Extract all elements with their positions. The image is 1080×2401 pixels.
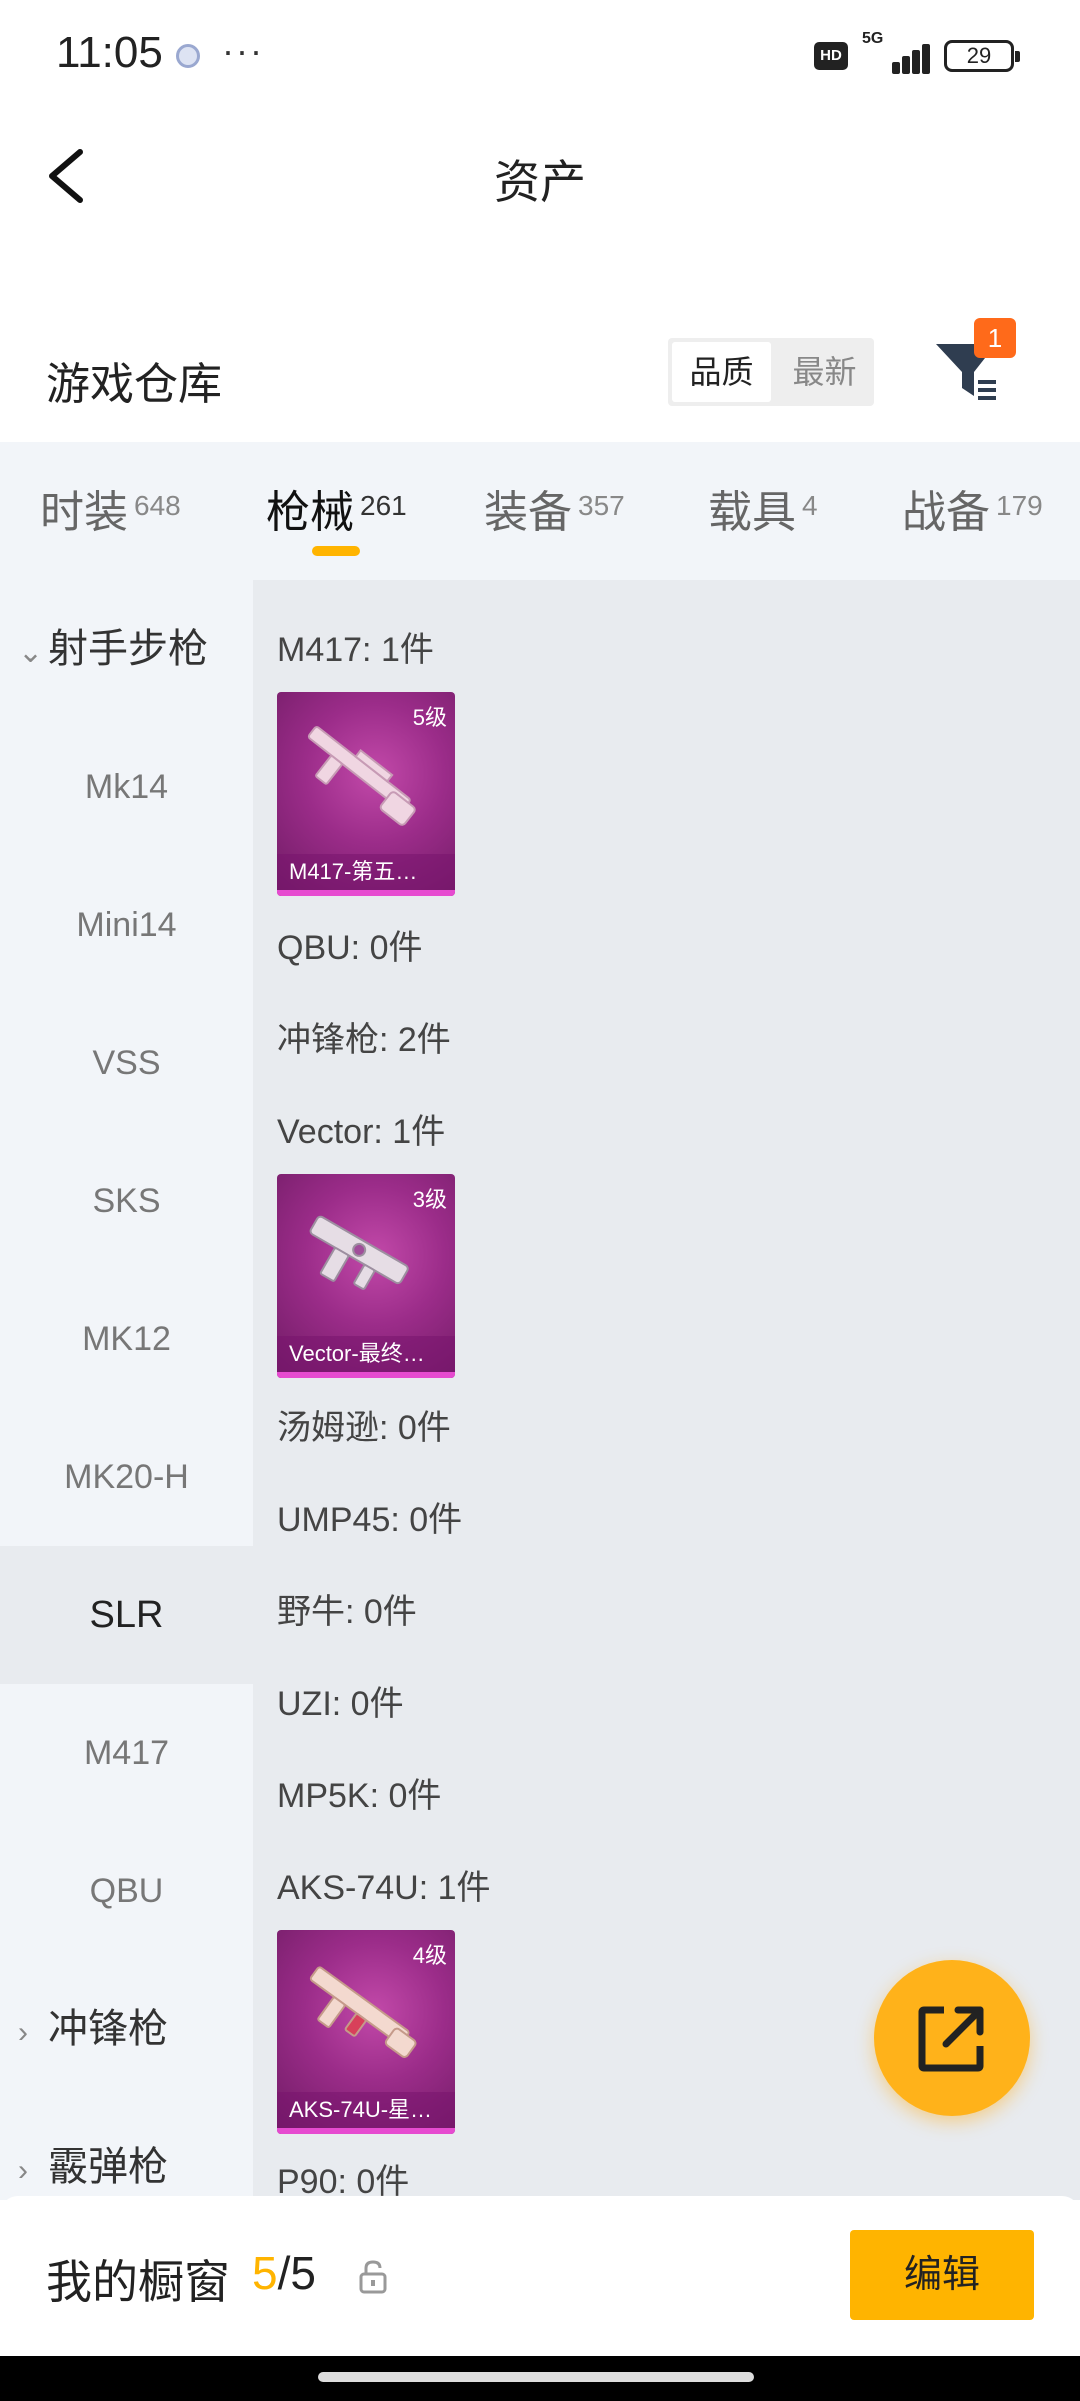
showcase-label: 我的橱窗 [46,2256,230,2308]
sort-by-newest[interactable]: 最新 [775,338,874,406]
sidebar-group-marksman[interactable]: ⌄ 射手步枪 [0,580,253,718]
tab-count: 357 [578,490,625,521]
weapon-row-label: AKS-74U: 1件 [277,1869,491,1907]
share-button[interactable] [874,1960,1030,2116]
edit-button[interactable]: 编辑 [850,2230,1034,2320]
more-notifications-icon: ··· [222,30,264,71]
weapon-row-label: QBU: 0件 [277,929,423,967]
tab-label: 枪械 [266,488,354,537]
weapon-row-label: Vector: 1件 [277,1113,446,1151]
showcase-count: 5/5 [252,2246,316,2300]
warehouse-header: 游戏仓库 [0,320,1080,440]
showcase-current: 5 [252,2247,278,2299]
weapon-row-label: UMP45: 0件 [277,1501,463,1539]
sidebar-item-mini14[interactable]: Mini14 [0,856,253,994]
weapon-card[interactable]: 3级 Vector-最终… [277,1174,455,1378]
rarity-strip [277,890,455,896]
showcase-total: /5 [277,2247,316,2299]
card-level: 3级 [412,1187,447,1212]
weapon-card[interactable]: 5级 M417-第五… [277,692,455,896]
weapon-row-label: M417: 1件 [277,631,434,669]
sidebar-item-slr[interactable]: SLR [0,1546,253,1684]
unlock-icon [358,2260,388,2294]
weapon-row-label: 冲锋枪: 2件 [277,1021,451,1059]
tab-count: 261 [360,490,407,521]
filter-count-badge: 1 [974,318,1016,358]
weapon-row-label: UZI: 0件 [277,1685,404,1723]
sidebar-item-sks[interactable]: SKS [0,1132,253,1270]
chevron-down-icon: ⌄ [18,636,44,669]
page-title: 资产 [494,156,586,208]
weapon-row-label: P90: 0件 [277,2163,410,2200]
sidebar-group-label: 冲锋枪 [48,2007,168,2051]
tab-vehicles[interactable]: 载具 4 [708,476,818,540]
sidebar-item-m417[interactable]: M417 [0,1684,253,1822]
weapon-row-label: 汤姆逊: 0件 [277,1409,451,1447]
rarity-strip [277,1372,455,1378]
showcase-bar: 我的橱窗 5/5 编辑 [0,2196,1080,2356]
tab-count: 179 [996,490,1043,521]
sidebar-group-shotgun[interactable]: › 霰弹枪 [0,2098,253,2200]
category-tabs: 时装 648 枪械 261 装备 357 载具 4 战备 179 [0,442,1080,580]
weapon-card[interactable]: 4级 AKS-74U-星… [277,1930,455,2134]
home-indicator[interactable] [318,2372,754,2382]
weapon-row-label: 野牛: 0件 [277,1593,417,1631]
warehouse-title: 游戏仓库 [46,360,222,409]
card-name: Vector-最终… [277,1336,455,1372]
app-header: 资产 [0,110,1080,240]
sidebar-item-mk20h[interactable]: MK20-H [0,1408,253,1546]
weapon-row-label: MP5K: 0件 [277,1777,442,1815]
sidebar-item-mk14[interactable]: Mk14 [0,718,253,856]
card-level: 5级 [412,705,447,730]
network-type: 5G [862,30,884,47]
chevron-right-icon: › [18,2016,28,2049]
tab-label: 战备 [902,488,990,537]
tab-weapons[interactable]: 枪械 261 [266,476,407,540]
tab-label: 装备 [484,488,572,537]
tab-equipment[interactable]: 装备 357 [484,476,625,540]
tab-label: 载具 [708,488,796,537]
hd-icon: HD [814,42,848,70]
sidebar-group-label: 霰弹枪 [48,2145,168,2189]
card-name: AKS-74U-星… [277,2092,455,2128]
status-time: 11:05 [56,28,163,77]
weapon-list: M417: 1件 5级 M417-第五… QBU: 0件 冲锋枪: 2件 Vec… [253,580,1080,2200]
sort-by-quality[interactable]: 品质 [672,342,771,402]
tab-count: 4 [802,490,818,521]
rarity-strip [277,2128,455,2134]
weapon-category-sidebar: ⌄ 射手步枪 Mk14 Mini14 VSS SKS MK12 MK20-H SL… [0,580,253,2200]
sort-toggle: 品质 最新 [668,338,874,406]
sidebar-item-mk12[interactable]: MK12 [0,1270,253,1408]
app-notification-icon [176,44,200,68]
gesture-bar [0,2356,1080,2401]
sidebar-group-label: 射手步枪 [48,627,208,671]
tab-fashion[interactable]: 时装 648 [40,476,181,540]
sidebar-item-qbu[interactable]: QBU [0,1822,253,1960]
active-tab-indicator [312,546,360,556]
sidebar-item-vss[interactable]: VSS [0,994,253,1132]
card-name: M417-第五… [277,854,455,890]
share-icon [918,2006,984,2072]
signal-icon: 5G [862,30,930,74]
chevron-right-icon: › [18,2154,28,2187]
tab-supplies[interactable]: 战备 179 [902,476,1043,540]
tab-count: 648 [134,490,181,521]
battery-icon: 29 [944,40,1020,72]
tab-label: 时装 [40,488,128,537]
sidebar-group-smg[interactable]: › 冲锋枪 [0,1960,253,2098]
card-level: 4级 [412,1943,447,1968]
status-bar: 11:05 ··· HD 5G 29 [0,0,1080,110]
